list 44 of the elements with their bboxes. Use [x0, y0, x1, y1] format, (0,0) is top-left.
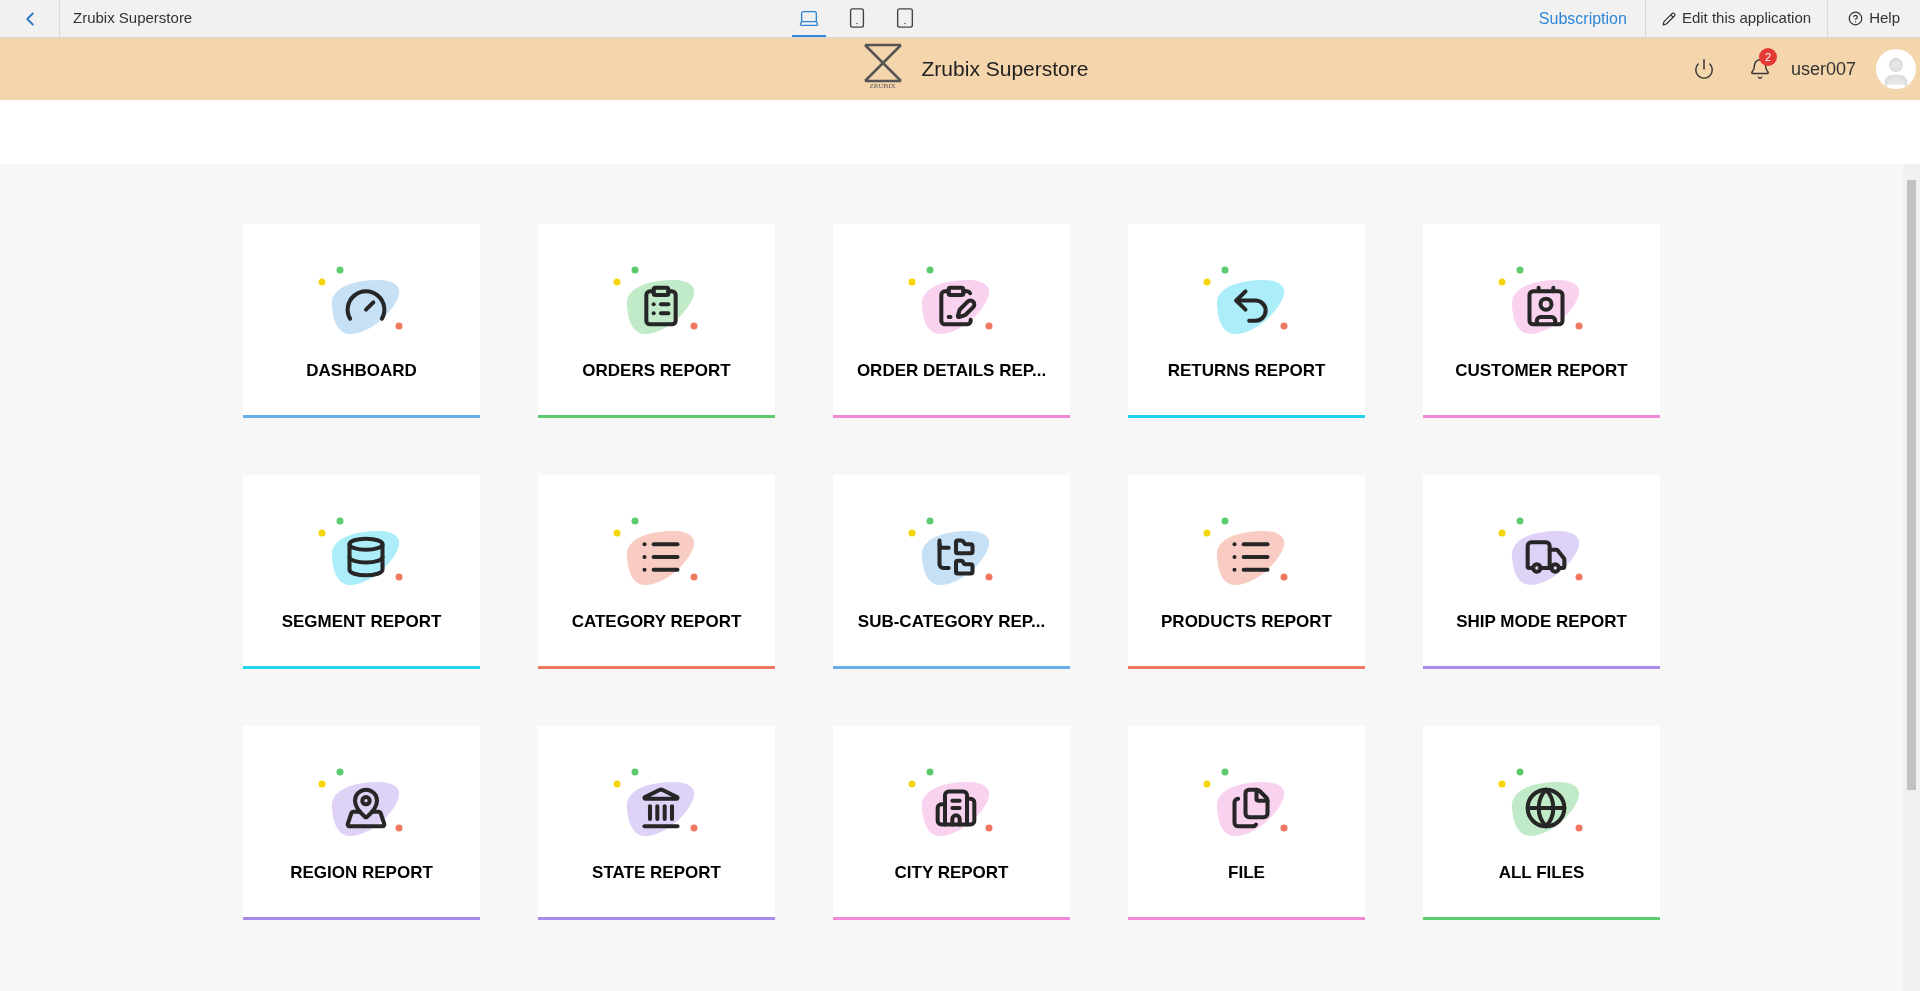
- report-card[interactable]: CITY REPORT: [833, 726, 1070, 920]
- report-card[interactable]: PRODUCTS REPORT: [1128, 475, 1365, 669]
- help-icon: [1848, 11, 1864, 26]
- card-label: SUB-CATEGORY REP...: [857, 611, 1046, 633]
- card-label: DASHBOARD: [306, 360, 417, 382]
- scrollbar[interactable]: [1903, 164, 1920, 991]
- power-icon[interactable]: [1692, 58, 1715, 80]
- report-card[interactable]: ORDER DETAILS REP...: [833, 224, 1070, 418]
- report-card[interactable]: ALL FILES: [1423, 726, 1660, 920]
- report-card[interactable]: DASHBOARD: [243, 224, 480, 418]
- map-pin-icon: [343, 786, 388, 830]
- app-name: Zrubix Superstore: [73, 8, 193, 29]
- report-card[interactable]: STATE REPORT: [538, 726, 775, 920]
- help-button[interactable]: Help: [1827, 0, 1920, 37]
- card-label: ORDER DETAILS REP...: [856, 360, 1047, 382]
- buildings-icon: [933, 786, 978, 830]
- card-label: CITY REPORT: [894, 862, 1009, 884]
- card-label: PRODUCTS REPORT: [1161, 611, 1332, 633]
- report-card[interactable]: SUB-CATEGORY REP...: [833, 475, 1070, 669]
- report-card[interactable]: CUSTOMER REPORT: [1423, 224, 1660, 418]
- report-card[interactable]: ORDERS REPORT: [538, 224, 775, 418]
- edit-application-button[interactable]: Edit this application: [1644, 0, 1828, 37]
- globe-icon: [1523, 786, 1568, 830]
- report-card[interactable]: SEGMENT REPORT: [243, 475, 480, 669]
- card-label: FILE: [1228, 862, 1265, 884]
- notification-badge: 2: [1758, 48, 1777, 66]
- card-label: SEGMENT REPORT: [281, 611, 442, 633]
- card-label: ORDERS REPORT: [582, 360, 731, 382]
- card-label: RETURNS REPORT: [1167, 360, 1326, 382]
- app-title: Zrubix Superstore: [921, 56, 1089, 83]
- card-label: SHIP MODE REPORT: [1456, 611, 1627, 633]
- report-card[interactable]: FILE: [1128, 726, 1365, 920]
- pencil-icon: [1661, 11, 1676, 26]
- report-card[interactable]: SHIP MODE REPORT: [1423, 475, 1660, 669]
- report-card[interactable]: CATEGORY REPORT: [538, 475, 775, 669]
- card-label: ALL FILES: [1498, 862, 1585, 884]
- card-label: REGION REPORT: [290, 862, 433, 884]
- card-label: STATE REPORT: [592, 862, 721, 884]
- card-label: CATEGORY REPORT: [571, 611, 742, 633]
- report-card[interactable]: RETURNS REPORT: [1128, 224, 1365, 418]
- report-card[interactable]: REGION REPORT: [243, 726, 480, 920]
- logo-mark-icon: [862, 43, 903, 83]
- card-label: CUSTOMER REPORT: [1455, 360, 1628, 382]
- username: user007: [1790, 57, 1856, 81]
